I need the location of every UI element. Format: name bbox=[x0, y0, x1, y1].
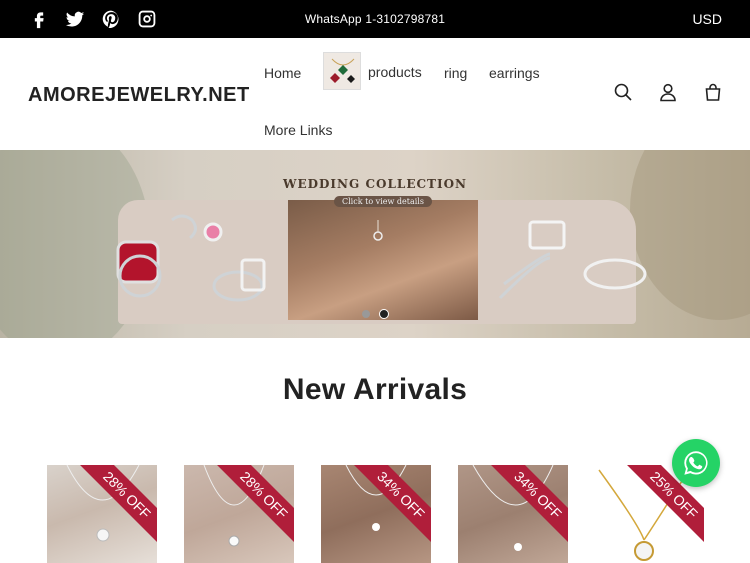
nav-earrings[interactable]: earrings bbox=[489, 65, 540, 81]
product-card[interactable]: 34% OFF bbox=[458, 465, 568, 563]
product-card[interactable]: 28% OFF bbox=[184, 465, 294, 563]
banner-cta[interactable]: Click to view details bbox=[334, 196, 432, 207]
nav-more-links[interactable]: More Links bbox=[264, 122, 332, 138]
cart-icon[interactable] bbox=[703, 82, 723, 102]
products-thumbnail[interactable] bbox=[323, 52, 361, 90]
section-title-new-arrivals: New Arrivals bbox=[282, 373, 468, 406]
product-card[interactable]: 34% OFF bbox=[321, 465, 431, 563]
announcement-bar: WhatsApp 1-3102798781 USD bbox=[0, 0, 750, 38]
clover-jewelry-image bbox=[324, 53, 360, 89]
whatsapp-chat-button[interactable] bbox=[672, 439, 720, 487]
whatsapp-icon bbox=[684, 451, 708, 475]
nav-home[interactable]: Home bbox=[264, 65, 301, 81]
site-header: AMOREJEWELRY.NET Home products ring earr… bbox=[0, 38, 750, 150]
whatsapp-contact-text: WhatsApp 1-3102798781 bbox=[304, 12, 446, 26]
nav-ring[interactable]: ring bbox=[444, 65, 467, 81]
site-logo[interactable]: AMOREJEWELRY.NET bbox=[28, 84, 250, 107]
product-card[interactable]: 28% OFF bbox=[47, 465, 157, 563]
search-icon[interactable] bbox=[613, 82, 633, 102]
banner-title: WEDDING COLLECTION bbox=[283, 177, 467, 191]
account-icon[interactable] bbox=[658, 82, 678, 102]
currency-selector[interactable]: USD bbox=[692, 11, 722, 27]
slide-dot-2[interactable] bbox=[379, 309, 389, 319]
slide-dot-1[interactable] bbox=[362, 310, 370, 318]
nav-products[interactable]: products bbox=[368, 64, 422, 80]
hero-banner[interactable]: WEDDING COLLECTION Click to view details bbox=[0, 150, 750, 338]
